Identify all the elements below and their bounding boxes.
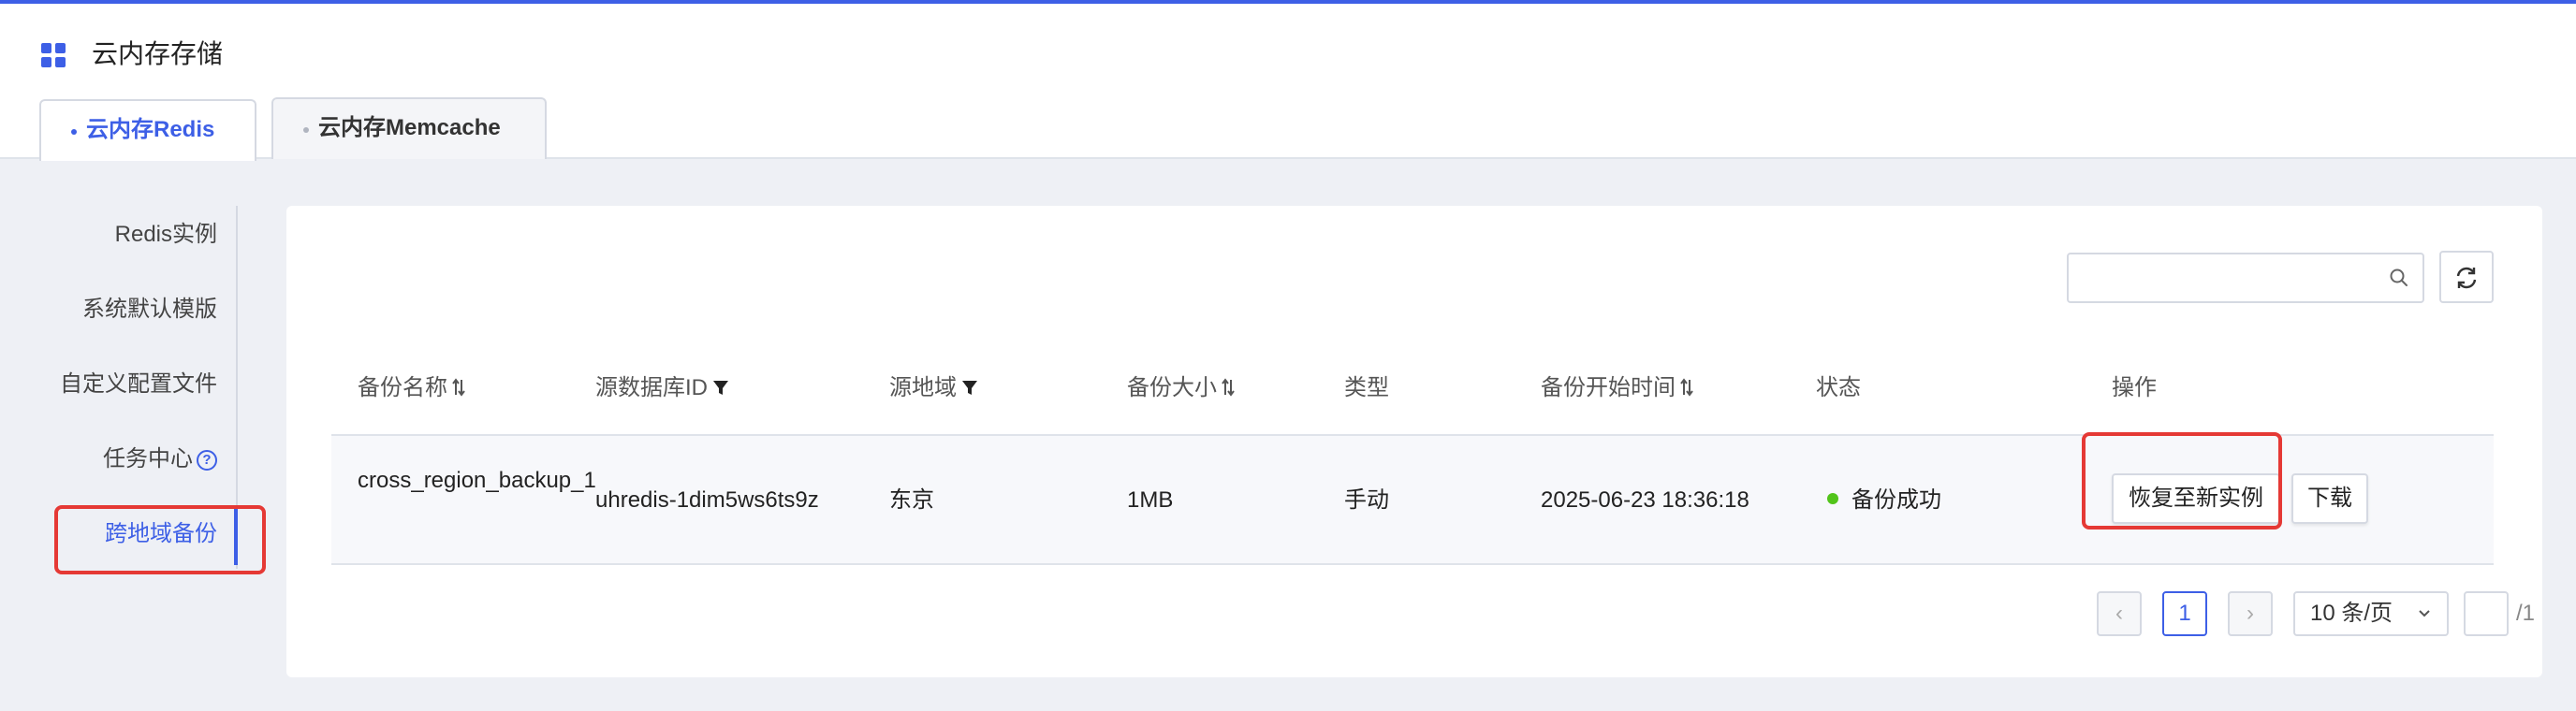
sidebar-item-task-center[interactable]: 任务中心? (103, 445, 217, 473)
filter-icon[interactable] (960, 377, 979, 398)
tab-label: 云内存Redis (86, 117, 215, 142)
refresh-button[interactable] (2439, 251, 2494, 303)
sort-icon[interactable] (451, 377, 466, 398)
tab-dot-icon (303, 127, 309, 133)
column-header-type: 类型 (1344, 375, 1389, 400)
column-header-status: 状态 (1816, 375, 1861, 400)
restore-to-new-instance-button[interactable]: 恢复至新实例 (2112, 473, 2280, 524)
sidebar-item-cross-region-backup[interactable]: 跨地域备份 (105, 520, 217, 548)
page-jump-input[interactable] (2464, 591, 2509, 636)
column-header-db-id[interactable]: 源数据库ID (595, 374, 730, 402)
column-header-region[interactable]: 源地域 (889, 374, 979, 402)
table-row: cross_region_backup_1 uhredis-1dim5ws6ts… (331, 436, 2494, 565)
table-header: 备份名称 源数据库ID 源地域 备份大小 类型 备份开始时间 状态 操作 (331, 346, 2494, 436)
backup-list-card: 备份名称 源数据库ID 源地域 备份大小 类型 备份开始时间 状态 操作 cro… (286, 206, 2542, 677)
sort-icon[interactable] (1679, 377, 1694, 398)
search-input[interactable] (2067, 253, 2424, 303)
page-size-select[interactable]: 10 条/页 (2293, 591, 2449, 636)
status-success-icon (1827, 493, 1838, 504)
page-number-current[interactable]: 1 (2162, 591, 2207, 636)
apps-grid-icon (41, 43, 66, 67)
cell-size: 1MB (1127, 487, 1174, 513)
sidebar-item-label: 任务中心 (103, 446, 193, 472)
cell-type: 手动 (1344, 487, 1389, 513)
tab-redis[interactable]: 云内存Redis (39, 99, 256, 161)
tab-memcache[interactable]: 云内存Memcache (271, 97, 547, 159)
cell-backup-name: cross_region_backup_1 (358, 468, 596, 493)
next-page-button[interactable]: › (2228, 591, 2273, 636)
tab-dot-icon (71, 129, 77, 135)
download-button[interactable]: 下载 (2291, 473, 2368, 524)
chevron-down-icon (2419, 610, 2430, 617)
page-title: 云内存存储 (92, 39, 224, 68)
refresh-icon (2456, 267, 2477, 289)
sort-icon[interactable] (1221, 377, 1236, 398)
status-label: 备份成功 (1852, 487, 1941, 513)
help-icon[interactable]: ? (197, 450, 217, 471)
sidebar-active-indicator (234, 505, 238, 565)
cell-status: 备份成功 (1827, 486, 1941, 515)
sidebar-item-label: 跨地域备份 (105, 521, 217, 546)
tab-label: 云内存Memcache (318, 115, 501, 140)
sidebar-item-custom-config[interactable]: 自定义配置文件 (60, 370, 217, 399)
filter-icon[interactable] (711, 377, 730, 398)
prev-page-button[interactable]: ‹ (2097, 591, 2142, 636)
cell-region: 东京 (889, 487, 934, 513)
sidebar-item-label: 系统默认模版 (82, 297, 217, 322)
sidebar-item-default-templates[interactable]: 系统默认模版 (82, 296, 217, 324)
column-header-start-time[interactable]: 备份开始时间 (1541, 374, 1694, 402)
column-header-actions: 操作 (2112, 375, 2157, 400)
column-header-size[interactable]: 备份大小 (1127, 374, 1236, 402)
column-header-backup-name[interactable]: 备份名称 (358, 374, 466, 402)
cell-start-time: 2025-06-23 18:36:18 (1541, 487, 1749, 513)
sidebar-item-label: 自定义配置文件 (60, 371, 217, 397)
search-icon (2390, 268, 2408, 286)
page-size-label: 10 条/页 (2310, 601, 2393, 626)
cell-db-id: uhredis-1dim5ws6ts9z (595, 487, 819, 513)
sidebar-item-redis-instances[interactable]: Redis实例 (115, 221, 217, 249)
sidebar-item-label: Redis实例 (114, 222, 217, 247)
total-pages-label: /1 (2516, 601, 2536, 626)
